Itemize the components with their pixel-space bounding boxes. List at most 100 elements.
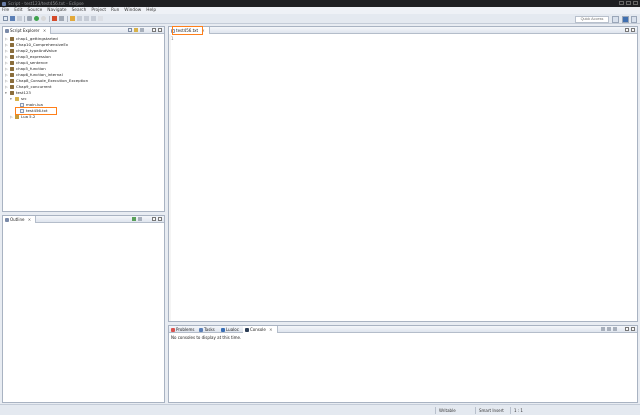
project-icon xyxy=(10,61,14,65)
menu-source[interactable]: Source xyxy=(28,7,43,14)
history-icon[interactable] xyxy=(98,16,103,21)
maximize-icon[interactable] xyxy=(158,217,162,221)
maximize-button[interactable] xyxy=(626,1,631,5)
project-icon xyxy=(10,91,14,95)
quick-access-input[interactable] xyxy=(575,15,609,23)
problems-icon xyxy=(170,327,175,332)
tab-label: Lualoc xyxy=(226,327,239,332)
close-button[interactable] xyxy=(633,1,638,5)
menu-bar: File Edit Source Navigate Search Project… xyxy=(0,7,640,14)
view-menu-icon[interactable] xyxy=(613,327,617,331)
console-tab-bar: Problems Tasks Lualoc Console ✕ xyxy=(169,326,637,333)
new-project-icon[interactable] xyxy=(52,16,57,21)
main-toolbar xyxy=(0,14,640,24)
project-icon xyxy=(10,37,14,41)
view-toolbar xyxy=(132,217,142,221)
panel-controls xyxy=(152,217,162,221)
tab-lualoc[interactable]: Lualoc xyxy=(219,326,243,333)
eclipse-app-icon xyxy=(2,1,6,6)
script-perspective-icon[interactable] xyxy=(622,15,629,23)
collapse-all-icon[interactable] xyxy=(128,28,132,32)
outline-panel: Outline ✕ xyxy=(2,215,165,403)
save-icon[interactable] xyxy=(10,16,15,21)
menu-edit[interactable]: Edit xyxy=(14,7,22,14)
open-perspective-icon[interactable] xyxy=(612,15,619,23)
run-icon[interactable] xyxy=(34,16,39,21)
menu-window[interactable]: Window xyxy=(124,7,141,14)
debug-icon[interactable] xyxy=(27,16,32,21)
script-explorer-icon xyxy=(4,28,9,33)
tab-label: Outline xyxy=(10,217,25,222)
forward-icon[interactable] xyxy=(91,16,96,21)
open-console-icon[interactable] xyxy=(607,327,611,331)
lualoc-icon xyxy=(220,327,225,332)
project-icon xyxy=(10,67,14,71)
status-insert-mode: Smart Insert xyxy=(475,407,507,414)
editor-panel: test456.txt ✕ 1 xyxy=(168,26,638,322)
view-menu-icon[interactable] xyxy=(140,28,144,32)
minimize-icon[interactable] xyxy=(152,217,156,221)
maximize-icon[interactable] xyxy=(631,327,635,331)
status-bar: Writable Smart Insert 1 : 1 xyxy=(0,404,640,415)
project-icon xyxy=(10,55,14,59)
project-icon xyxy=(10,49,14,53)
new-icon[interactable] xyxy=(3,16,8,21)
panel-controls xyxy=(625,28,635,32)
tab-console[interactable]: Console ✕ xyxy=(243,326,278,333)
close-icon[interactable]: ✕ xyxy=(269,327,272,332)
sort-icon[interactable] xyxy=(132,217,136,221)
minimize-icon[interactable] xyxy=(152,28,156,32)
tab-problems[interactable]: Problems xyxy=(169,326,198,333)
editor-line[interactable]: 1 xyxy=(171,36,174,41)
print-icon[interactable] xyxy=(17,16,22,21)
tab-label: Tasks xyxy=(204,327,215,332)
menu-navigate[interactable]: Navigate xyxy=(47,7,66,14)
annotation-icon[interactable] xyxy=(70,16,75,21)
console-message: No consoles to display at this time. xyxy=(171,334,242,340)
maximize-icon[interactable] xyxy=(158,28,162,32)
file-highlight-box xyxy=(15,107,57,115)
project-icon xyxy=(10,79,14,83)
minimize-icon[interactable] xyxy=(625,327,629,331)
back-icon[interactable] xyxy=(84,16,89,21)
display-console-icon[interactable] xyxy=(601,327,605,331)
view-menu-icon[interactable] xyxy=(138,217,142,221)
close-icon[interactable]: ✕ xyxy=(28,217,31,222)
line-number-ruler xyxy=(169,34,171,321)
tasks-icon xyxy=(198,327,203,332)
toolbar-separator xyxy=(67,16,68,22)
maximize-icon[interactable] xyxy=(631,28,635,32)
panel-controls xyxy=(625,327,635,331)
next-annotation-icon[interactable] xyxy=(77,16,82,21)
tab-script-explorer[interactable]: Script Explorer ✕ xyxy=(3,27,52,34)
external-tools-icon[interactable] xyxy=(41,16,46,21)
project-icon xyxy=(10,73,14,77)
open-type-icon[interactable] xyxy=(59,16,64,21)
line-number: 1 xyxy=(171,36,174,41)
project-icon xyxy=(10,43,14,47)
console-panel: Problems Tasks Lualoc Console ✕ No conso… xyxy=(168,325,638,403)
script-explorer-header: Script Explorer ✕ xyxy=(3,27,164,34)
menu-help[interactable]: Help xyxy=(146,7,156,14)
title-bar: Script - test123/test456.txt - Eclipse xyxy=(0,0,640,7)
editor-tab-bar: test456.txt ✕ xyxy=(169,27,637,34)
menu-search[interactable]: Search xyxy=(72,7,87,14)
toolbar-separator xyxy=(49,16,50,22)
tab-outline[interactable]: Outline ✕ xyxy=(3,216,37,223)
tab-tasks[interactable]: Tasks xyxy=(197,326,219,333)
project-icon xyxy=(10,85,14,89)
link-with-editor-icon[interactable] xyxy=(134,28,138,32)
folder-icon xyxy=(15,97,19,101)
tab-label: Problems xyxy=(176,327,195,332)
menu-project[interactable]: Project xyxy=(91,7,106,14)
close-icon[interactable]: ✕ xyxy=(43,28,46,33)
debug-perspective-icon[interactable] xyxy=(631,15,637,23)
view-toolbar xyxy=(128,28,144,32)
minimize-icon[interactable] xyxy=(625,28,629,32)
tab-label: Console xyxy=(250,327,266,332)
menu-run[interactable]: Run xyxy=(111,7,119,14)
minimize-button[interactable] xyxy=(619,1,624,5)
menu-file[interactable]: File xyxy=(2,7,9,14)
panel-controls xyxy=(152,28,162,32)
console-toolbar xyxy=(601,327,617,331)
